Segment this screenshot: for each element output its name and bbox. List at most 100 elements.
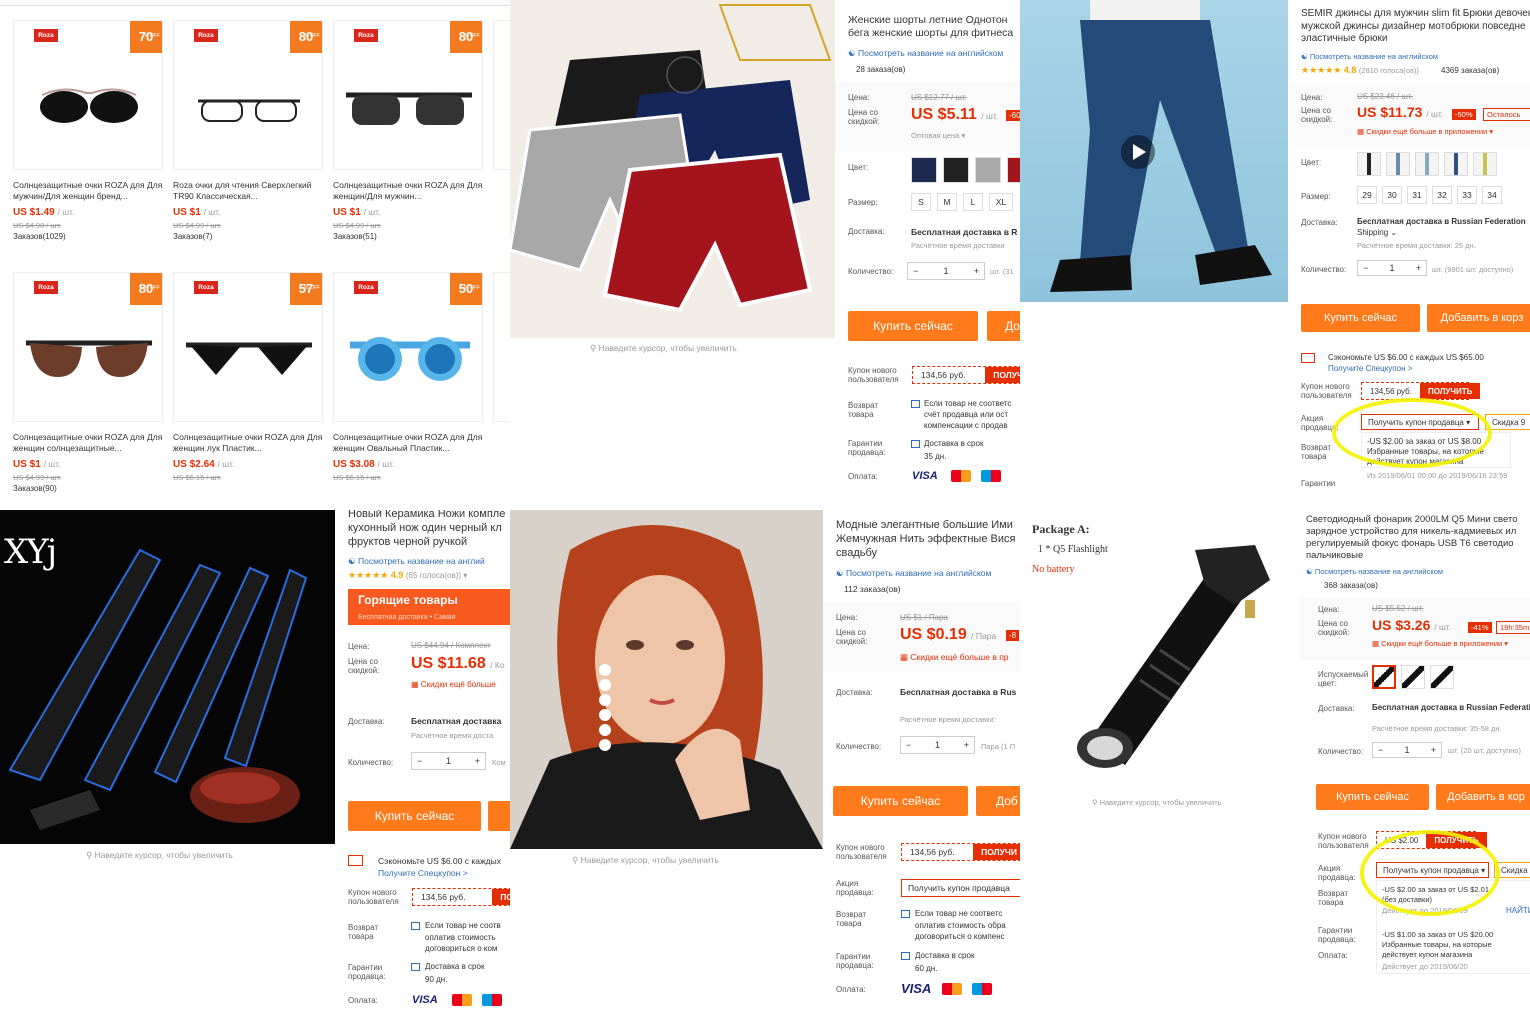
app-discount-link[interactable]: ▦ Скидки ещё больше [411,680,496,690]
plus-icon[interactable]: + [1416,263,1421,273]
price-label: Цена: [1318,605,1340,614]
return-policy: Если товар не соответс счёт продавца или… [924,399,1012,430]
color-swatch-gray[interactable] [975,157,1001,183]
add-to-cart-button[interactable]: Доб [976,786,1020,816]
delivery-guarantee-icon [911,440,920,448]
plus-icon[interactable]: + [475,756,480,766]
buy-now-button[interactable]: Купить сейчас [833,786,968,816]
color-swatch-black[interactable] [943,157,969,183]
translate-link[interactable]: ☯ Посмотреть название на английском [848,48,1003,58]
special-coupon-link[interactable]: Получите Спецкупон > [378,868,468,878]
product-card[interactable]: Roza 70% OFF [13,20,163,170]
price-label: Цена: [836,613,858,622]
wholesale-link[interactable]: Оптовая цена ▾ [911,131,965,140]
buy-now-button[interactable]: Купить сейчас [348,801,481,831]
size-option[interactable]: L [963,193,983,211]
product-card[interactable]: Roza 57% OFF [173,272,323,422]
add-to-cart-button[interactable]: Добавить в корз [1427,304,1530,332]
size-option[interactable]: 34 [1482,186,1502,204]
size-option[interactable]: XL [989,193,1013,211]
minus-icon[interactable]: − [1363,263,1368,273]
size-option[interactable]: M [937,193,957,211]
product-card[interactable]: Roza 50% OFF [333,272,483,422]
shipping-method[interactable]: Shipping ⌄ [1357,228,1397,238]
size-option[interactable]: 31 [1407,186,1427,204]
product-card[interactable]: Roza 80% OFF [173,20,323,170]
plus-icon[interactable]: + [974,266,979,276]
plus-icon[interactable]: + [964,740,969,750]
minus-icon[interactable]: − [417,756,422,766]
product-title[interactable]: Солнцезащитные очки ROZA для Для женщин/… [333,180,483,202]
product-title[interactable]: Солнцезащитные очки ROZA для Для женщин … [333,432,483,454]
buy-now-button[interactable]: Купить сейчас [1316,784,1429,810]
product-card[interactable]: Roza 80% OFF [333,20,483,170]
size-option[interactable]: S [911,193,931,211]
color-swatch-gray[interactable] [1386,152,1410,176]
product-title[interactable]: Солнцезащитные очки ROZA для Для женщин … [13,432,163,454]
new-user-coupon[interactable]: 134,56 руб. ПО [412,888,510,906]
product-image[interactable] [510,0,835,338]
translate-link[interactable]: ☯ Посмотреть название на английском [1301,52,1438,62]
discount-badge: 80% OFF [450,21,482,53]
color-swatch-1[interactable] [1372,665,1396,689]
size-option[interactable]: 33 [1457,186,1477,204]
quantity-stepper[interactable]: −1 + [900,736,975,754]
discount-price-label: Цена со скидкой: [348,657,380,675]
sunglasses-gallery: Roza 70% OFF Солнцезащитные очки ROZA дл… [0,0,510,510]
app-discount-link[interactable]: ▦ Скидки ещё больше в приложении ▾ [1357,127,1493,137]
product-old-price: US $4.99 / шт. [173,221,222,230]
translate-link[interactable]: ☯ Посмотреть название на английском [1306,567,1443,577]
orders-count: 368 заказа(ов) [1324,581,1378,590]
color-swatch-red[interactable] [1007,157,1020,183]
quantity-available: шт. (20 шт. доступно) [1448,746,1521,755]
product-card[interactable] [493,272,510,422]
app-discount-link[interactable]: ▦ Скидки ещё больше в приложении ▾ [1372,639,1508,649]
play-video-button[interactable] [1121,135,1155,169]
seller-coupon-dropdown[interactable]: Получить купон продавца [901,879,1020,897]
color-swatch-light[interactable] [1415,152,1439,176]
sort-bar [0,0,510,6]
quantity-label: Количество: [1301,265,1347,274]
product-title[interactable]: Солнцезащитные очки ROZA для Для мужчин/… [13,180,163,202]
product-card[interactable] [493,20,510,170]
add-to-cart-button[interactable] [488,801,510,831]
color-swatch-3[interactable] [1430,665,1454,689]
product-title: Новый Керамика Ножи компле кухонный нож … [348,510,506,548]
app-discount-link[interactable]: ▦ Скидки ещё больше в пр [900,652,1009,662]
minus-icon[interactable]: − [906,740,911,750]
quantity-stepper[interactable]: −1 + [1372,742,1442,758]
buy-now-button[interactable]: Купить сейчас [848,311,978,341]
color-swatch-blue[interactable] [1444,152,1468,176]
add-to-cart-button[interactable]: До [987,311,1020,341]
plus-icon[interactable]: + [1431,745,1436,755]
product-title[interactable]: Солнцезащитные очки ROZA для Для женщин … [173,432,323,454]
quantity-stepper[interactable]: −1 + [1357,260,1427,276]
delivery-info: Бесплатная доставка в R [911,227,1018,237]
quantity-stepper[interactable]: −1 + [411,752,486,770]
badge-off-text: % OFF [144,33,160,39]
color-swatch-2[interactable] [1401,665,1425,689]
translate-link[interactable]: ☯ Посмотреть название на англий [348,556,485,566]
countdown-timer: 19h:35m:59 [1496,621,1530,634]
color-swatch-navy[interactable] [911,157,937,183]
product-card[interactable]: Roza 80% OFF [13,272,163,422]
add-to-cart-button[interactable]: Добавить в кор [1436,784,1530,810]
size-option[interactable]: 30 [1382,186,1402,204]
special-coupon-link[interactable]: Получите Спецкупон > [1328,364,1412,374]
quantity-stepper[interactable]: −1 + [907,262,985,280]
minus-icon[interactable]: − [1378,745,1383,755]
discount-price-label: Цена со скидкой: [1301,106,1333,124]
color-swatch-yellow[interactable] [1473,152,1497,176]
minus-icon[interactable]: − [913,266,918,276]
color-swatch-black[interactable] [1357,152,1381,176]
size-option[interactable]: 32 [1432,186,1452,204]
size-option[interactable]: 29 [1357,186,1377,204]
new-user-coupon[interactable]: 134,56 руб.ПОЛУЧ [912,366,1020,384]
translate-link[interactable]: ☯ Посмотреть название на английском [836,568,991,578]
product-title[interactable]: Roza очки для чтения Сверхлегкий TR90 Кл… [173,180,323,202]
new-user-coupon[interactable]: 134,56 руб. ПОЛУЧИ [901,843,1020,861]
buy-now-button[interactable]: Купить сейчас [1301,304,1420,332]
quantity-label: Количество: [348,758,394,767]
product-image[interactable] [510,510,823,849]
guarantee-info: Доставка в срок [924,439,984,448]
